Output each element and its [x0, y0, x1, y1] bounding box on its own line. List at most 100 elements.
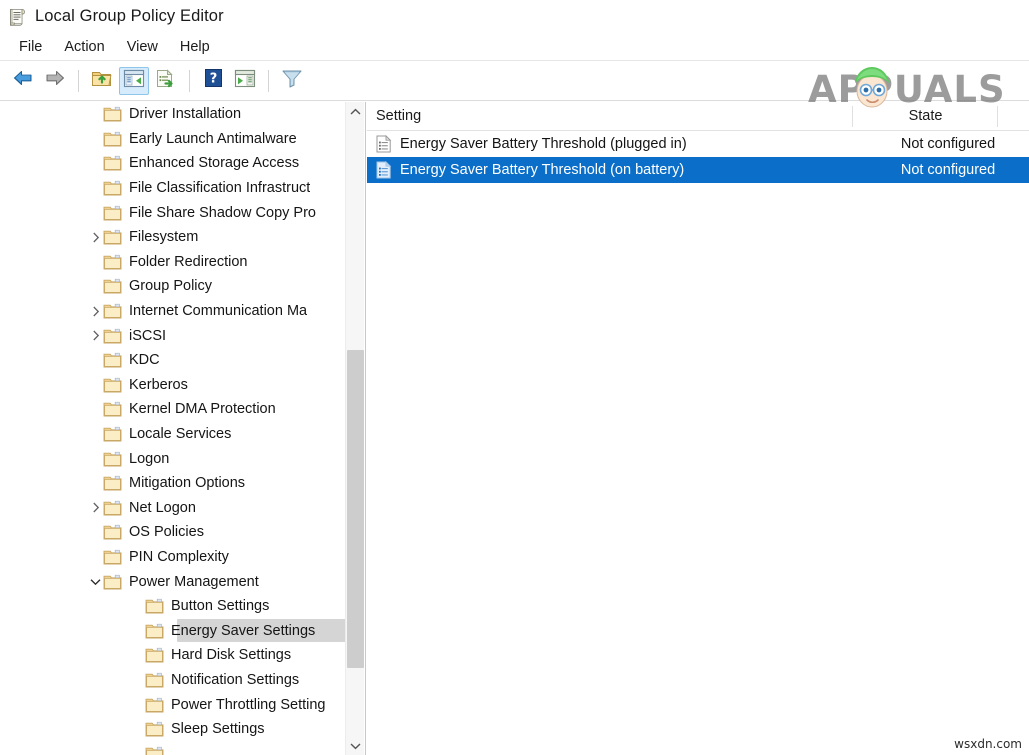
tree-item-sleep-settings[interactable]: Sleep Settings	[0, 717, 345, 742]
tree-expander-spacer	[88, 549, 103, 564]
folder-icon	[103, 574, 122, 590]
back-button[interactable]	[8, 67, 38, 95]
policy-scroll-icon	[6, 6, 28, 28]
tree-expander-spacer	[88, 476, 103, 491]
tree-expander-spacer	[88, 181, 103, 196]
tree-item-label: Logon	[129, 450, 170, 467]
tree-scrollbar[interactable]	[345, 102, 364, 755]
menu-help[interactable]: Help	[171, 36, 219, 58]
tree-expander-spacer	[88, 156, 103, 171]
folder-icon	[145, 623, 164, 639]
tree-item-power-throttling-setting[interactable]: Power Throttling Setting	[0, 692, 345, 717]
title-bar: Local Group Policy Editor	[0, 0, 1029, 33]
tree-item-hard-disk-settings[interactable]: Hard Disk Settings	[0, 643, 345, 668]
tree-item-blank[interactable]	[0, 741, 345, 755]
list-row[interactable]: Energy Saver Battery Threshold (on batte…	[367, 157, 1029, 183]
tree-item-filesystem[interactable]: Filesystem	[0, 225, 345, 250]
tree-item-content: Mitigation Options	[0, 475, 245, 491]
folder-icon	[103, 106, 122, 122]
filter-button[interactable]	[277, 67, 307, 95]
tree-item-energy-saver-settings[interactable]: Energy Saver Settings	[0, 618, 345, 643]
tree-item-pin-complexity[interactable]: PIN Complexity	[0, 545, 345, 570]
chevron-down-icon[interactable]	[88, 574, 103, 589]
chevron-right-icon[interactable]	[88, 500, 103, 515]
export-list-icon	[154, 68, 178, 94]
tree-item-content: Button Settings	[0, 598, 269, 614]
tree-item-internet-communication-ma[interactable]: Internet Communication Ma	[0, 299, 345, 324]
tree-item-group-policy[interactable]: Group Policy	[0, 274, 345, 299]
tree-item-logon[interactable]: Logon	[0, 446, 345, 471]
tree-item-label: File Classification Infrastruct	[129, 180, 311, 197]
tree-item-content: Early Launch Antimalware	[0, 131, 297, 147]
tree-item-notification-settings[interactable]: Notification Settings	[0, 668, 345, 693]
tree-expander-spacer	[88, 402, 103, 417]
menu-view[interactable]: View	[118, 36, 167, 58]
column-header-setting[interactable]: Setting	[367, 102, 853, 131]
help-button[interactable]: ?	[198, 67, 228, 95]
tree-item-net-logon[interactable]: Net Logon	[0, 496, 345, 521]
policy-setting-icon	[376, 160, 392, 179]
show-hide-console-tree-button[interactable]	[119, 66, 149, 95]
window-title: Local Group Policy Editor	[35, 7, 224, 25]
tree-expander-spacer	[88, 254, 103, 269]
tree-item-file-share-shadow-copy-pro[interactable]: File Share Shadow Copy Pro	[0, 200, 345, 225]
tree-item-label: Energy Saver Settings	[171, 622, 316, 639]
tree-item-driver-installation[interactable]: Driver Installation	[0, 102, 345, 127]
tree-item-iscsi[interactable]: iSCSI	[0, 323, 345, 348]
chevron-right-icon[interactable]	[88, 328, 103, 343]
tree-item-label: Sleep Settings	[171, 721, 265, 738]
folder-icon	[103, 401, 122, 417]
tree-item-mitigation-options[interactable]: Mitigation Options	[0, 471, 345, 496]
tree-item-folder-redirection[interactable]: Folder Redirection	[0, 250, 345, 275]
tree-item-content: Power Management	[0, 574, 259, 590]
tree-expander-spacer	[130, 623, 145, 638]
tree-item-kernel-dma-protection[interactable]: Kernel DMA Protection	[0, 397, 345, 422]
folder-icon	[103, 180, 122, 196]
export-list-button[interactable]	[151, 67, 181, 95]
tree-item-kdc[interactable]: KDC	[0, 348, 345, 373]
forward-button[interactable]	[40, 67, 70, 95]
filter-icon	[280, 68, 304, 93]
folder-icon	[103, 205, 122, 221]
tree-item-content: Power Throttling Setting	[0, 697, 325, 713]
properties-button[interactable]	[230, 67, 260, 95]
console-tree[interactable]: Driver Installation Early Launch Antimalw…	[0, 102, 345, 755]
folder-icon	[103, 524, 122, 540]
tree-item-locale-services[interactable]: Locale Services	[0, 422, 345, 447]
list-body[interactable]: Energy Saver Battery Threshold (plugged …	[367, 131, 1029, 183]
list-row[interactable]: Energy Saver Battery Threshold (plugged …	[367, 131, 1029, 157]
chevron-right-icon[interactable]	[88, 304, 103, 319]
tree-item-power-management[interactable]: Power Management	[0, 569, 345, 594]
tree-item-label: Group Policy	[129, 278, 213, 295]
scroll-down-arrow-icon[interactable]	[346, 736, 365, 755]
tree-item-content: File Share Shadow Copy Pro	[0, 205, 316, 221]
policy-setting-icon	[376, 134, 392, 153]
console-tree-pane: Driver Installation Early Launch Antimalw…	[0, 102, 366, 755]
folder-icon	[103, 377, 122, 393]
scroll-up-arrow-icon[interactable]	[346, 102, 365, 121]
tree-item-label: Folder Redirection	[129, 253, 248, 270]
tree-item-enhanced-storage-access[interactable]: Enhanced Storage Access	[0, 151, 345, 176]
tree-item-label: PIN Complexity	[129, 548, 229, 565]
column-header-state[interactable]: State	[853, 102, 998, 131]
tree-item-kerberos[interactable]: Kerberos	[0, 373, 345, 398]
folder-icon	[145, 721, 164, 737]
tree-item-early-launch-antimalware[interactable]: Early Launch Antimalware	[0, 127, 345, 152]
tree-item-label: Power Management	[129, 573, 259, 590]
menu-action[interactable]: Action	[55, 36, 113, 58]
toolbar: ?	[0, 61, 1029, 101]
folder-icon	[145, 697, 164, 713]
chevron-right-icon[interactable]	[88, 230, 103, 245]
help-icon: ?	[203, 68, 224, 93]
tree-item-os-policies[interactable]: OS Policies	[0, 520, 345, 545]
tree-expander-spacer	[88, 107, 103, 122]
tree-item-file-classification-infrastruct[interactable]: File Classification Infrastruct	[0, 176, 345, 201]
tree-item-label: Kerberos	[129, 376, 188, 393]
forward-arrow-icon	[44, 68, 66, 93]
menu-file[interactable]: File	[10, 36, 51, 58]
up-one-level-button[interactable]	[87, 67, 117, 95]
tree-item-button-settings[interactable]: Button Settings	[0, 594, 345, 619]
tree-item-label: Locale Services	[129, 426, 232, 443]
tree-item-label: Enhanced Storage Access	[129, 155, 300, 172]
tree-scrollbar-thumb[interactable]	[347, 350, 364, 668]
